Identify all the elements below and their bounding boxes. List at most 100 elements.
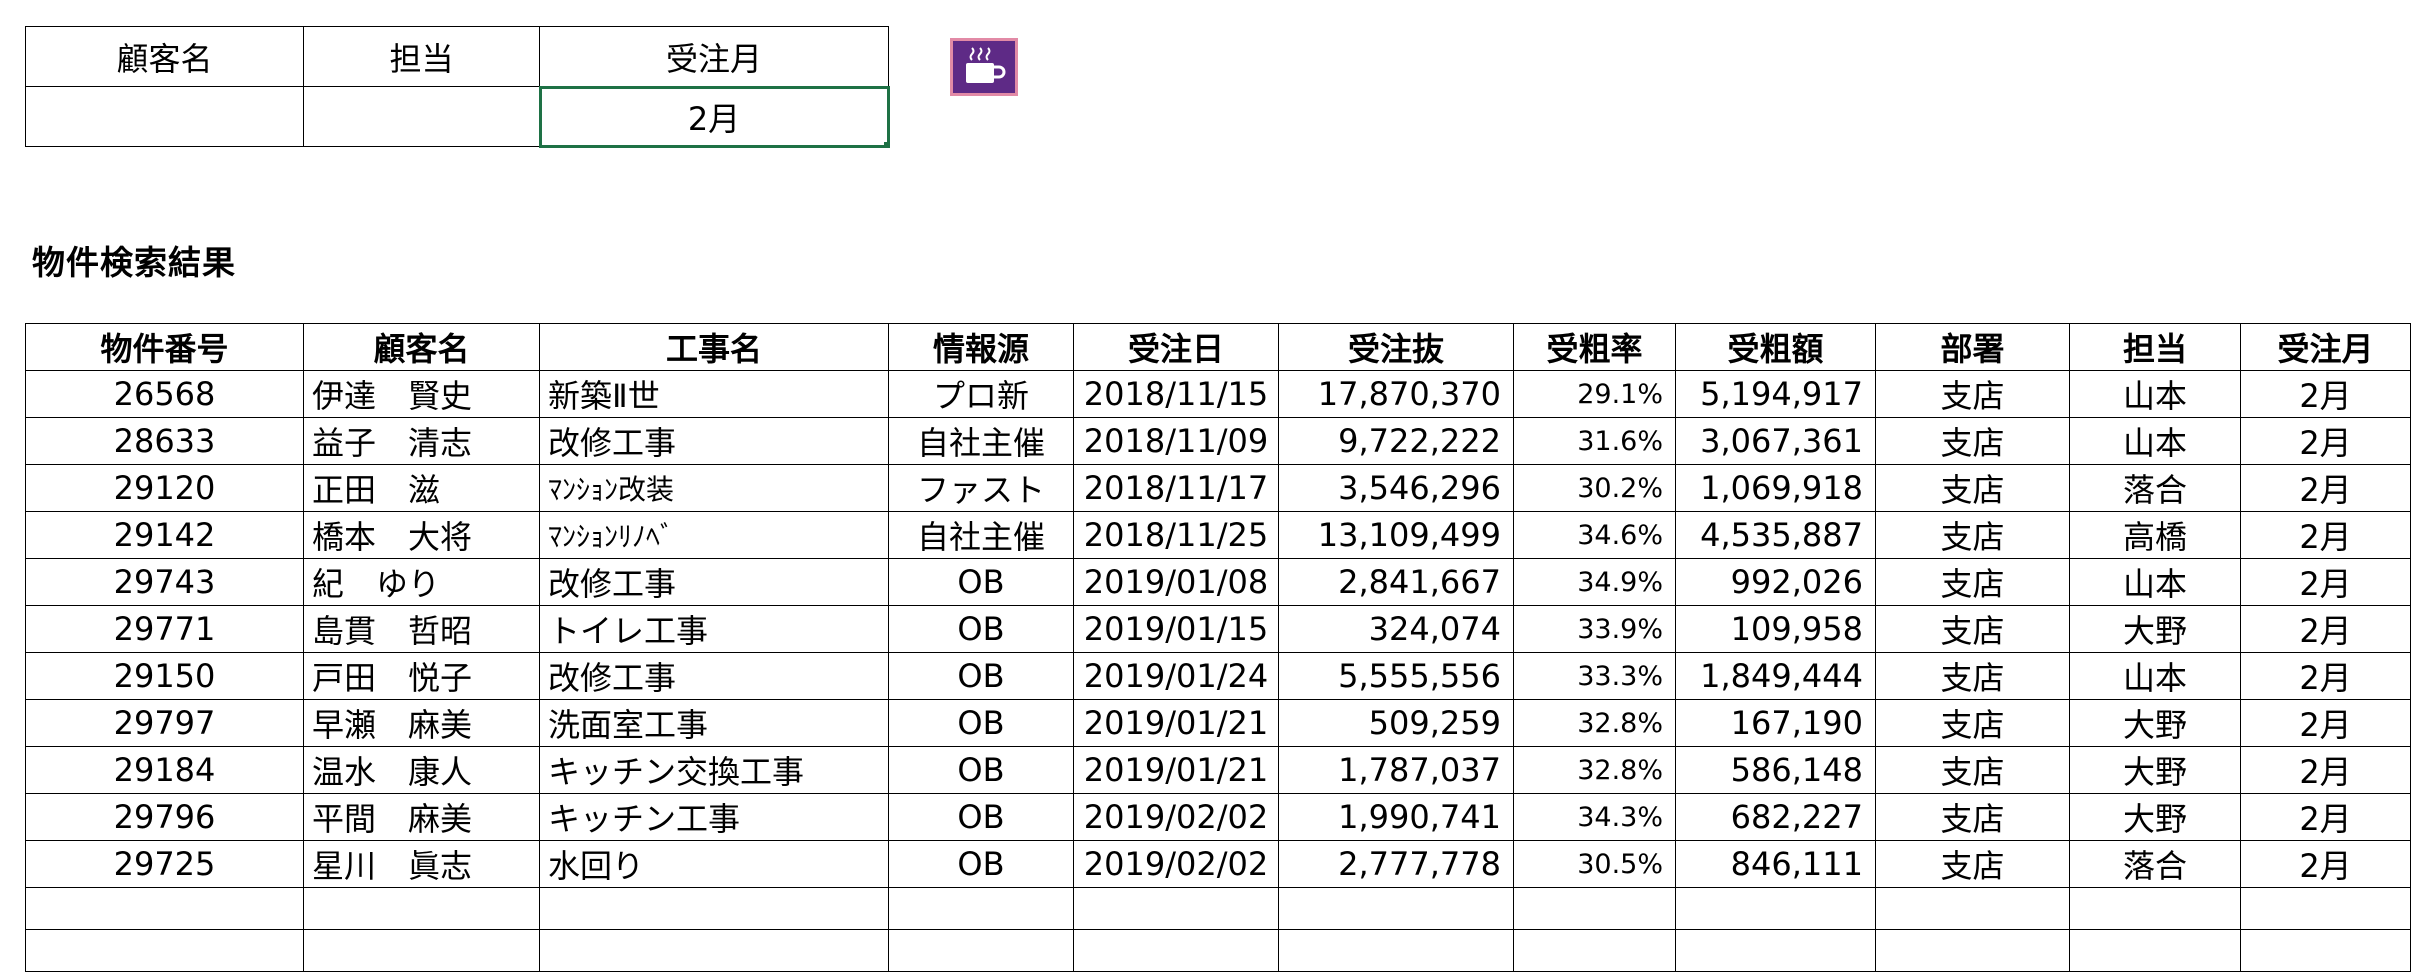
cell-order-amount[interactable] <box>1278 887 1514 930</box>
cell-gross-rate[interactable]: 31.6% <box>1513 417 1676 465</box>
cell-gross-rate[interactable]: 33.3% <box>1513 652 1676 700</box>
cell-property-number[interactable]: 29796 <box>25 793 304 841</box>
criteria-staff-cell[interactable] <box>303 86 540 147</box>
cell-info-source[interactable] <box>888 929 1074 972</box>
cell-customer-name[interactable]: 戸田 悦子 <box>303 652 540 700</box>
cell-order-date[interactable] <box>1073 887 1279 930</box>
cell-info-source[interactable]: OB <box>888 558 1074 606</box>
cell-info-source[interactable]: 自社主催 <box>888 511 1074 559</box>
cell-info-source[interactable]: ファスト <box>888 464 1074 512</box>
cell-department[interactable]: 支店 <box>1875 558 2070 606</box>
header-department[interactable]: 部署 <box>1875 323 2070 371</box>
cell-info-source[interactable]: OB <box>888 746 1074 794</box>
cell-construction-name[interactable]: 水回り <box>539 840 889 888</box>
cell-order-amount[interactable]: 509,259 <box>1278 699 1514 747</box>
header-property-number[interactable]: 物件番号 <box>25 323 304 371</box>
cell-gross-amount[interactable]: 586,148 <box>1675 746 1876 794</box>
cell-staff[interactable]: 落合 <box>2069 840 2241 888</box>
cell-gross-rate[interactable]: 34.9% <box>1513 558 1676 606</box>
cell-department[interactable]: 支店 <box>1875 699 2070 747</box>
cell-order-month[interactable]: 2月 <box>2240 370 2411 418</box>
cell-property-number[interactable]: 29743 <box>25 558 304 606</box>
header-order-date[interactable]: 受注日 <box>1073 323 1279 371</box>
cell-department[interactable]: 支店 <box>1875 793 2070 841</box>
cell-construction-name[interactable]: トイレ工事 <box>539 605 889 653</box>
cell-customer-name[interactable]: 温水 康人 <box>303 746 540 794</box>
cell-order-date[interactable]: 2019/01/24 <box>1073 652 1279 700</box>
cell-order-date[interactable]: 2018/11/15 <box>1073 370 1279 418</box>
cell-order-month[interactable]: 2月 <box>2240 605 2411 653</box>
cell-gross-amount[interactable]: 682,227 <box>1675 793 1876 841</box>
cell-staff[interactable]: 高橋 <box>2069 511 2241 559</box>
cell-department[interactable]: 支店 <box>1875 417 2070 465</box>
cell-construction-name[interactable]: 改修工事 <box>539 558 889 606</box>
cell-construction-name[interactable]: ﾏﾝｼｮﾝﾘﾉﾍﾞ <box>539 511 889 559</box>
cell-staff[interactable] <box>2069 887 2241 930</box>
cell-info-source[interactable]: プロ新 <box>888 370 1074 418</box>
cell-department[interactable]: 支店 <box>1875 840 2070 888</box>
cell-customer-name[interactable]: 星川 眞志 <box>303 840 540 888</box>
cell-info-source[interactable]: 自社主催 <box>888 417 1074 465</box>
cell-order-month[interactable]: 2月 <box>2240 699 2411 747</box>
cell-customer-name[interactable]: 紀 ゆり <box>303 558 540 606</box>
cell-gross-rate[interactable] <box>1513 929 1676 972</box>
header-staff[interactable]: 担当 <box>2069 323 2241 371</box>
header-info-source[interactable]: 情報源 <box>888 323 1074 371</box>
cell-gross-rate[interactable]: 34.3% <box>1513 793 1676 841</box>
cell-construction-name[interactable]: 改修工事 <box>539 417 889 465</box>
cell-order-amount[interactable]: 324,074 <box>1278 605 1514 653</box>
criteria-customer-cell[interactable] <box>25 86 304 147</box>
cell-gross-rate[interactable]: 32.8% <box>1513 746 1676 794</box>
cell-order-date[interactable]: 2019/01/21 <box>1073 699 1279 747</box>
cell-gross-rate[interactable]: 30.2% <box>1513 464 1676 512</box>
cell-order-month[interactable] <box>2240 929 2411 972</box>
fill-handle[interactable] <box>884 142 888 146</box>
cell-order-amount[interactable]: 2,777,778 <box>1278 840 1514 888</box>
cell-order-month[interactable]: 2月 <box>2240 746 2411 794</box>
cell-property-number[interactable] <box>25 929 304 972</box>
cell-customer-name[interactable]: 橋本 大将 <box>303 511 540 559</box>
cell-order-date[interactable]: 2019/02/02 <box>1073 840 1279 888</box>
cell-gross-amount[interactable]: 167,190 <box>1675 699 1876 747</box>
cell-customer-name[interactable]: 益子 清志 <box>303 417 540 465</box>
cell-gross-amount[interactable]: 846,111 <box>1675 840 1876 888</box>
cell-order-date[interactable]: 2019/01/08 <box>1073 558 1279 606</box>
cell-customer-name[interactable]: 島貫 哲昭 <box>303 605 540 653</box>
cell-order-date[interactable]: 2019/01/15 <box>1073 605 1279 653</box>
cell-construction-name[interactable] <box>539 887 889 930</box>
criteria-header-customer[interactable]: 顧客名 <box>25 26 304 87</box>
cell-property-number[interactable]: 28633 <box>25 417 304 465</box>
cell-order-date[interactable]: 2019/02/02 <box>1073 793 1279 841</box>
header-gross-amount[interactable]: 受粗額 <box>1675 323 1876 371</box>
cell-order-amount[interactable]: 3,546,296 <box>1278 464 1514 512</box>
cell-order-month[interactable]: 2月 <box>2240 652 2411 700</box>
cell-staff[interactable]: 落合 <box>2069 464 2241 512</box>
cell-order-amount[interactable]: 17,870,370 <box>1278 370 1514 418</box>
cell-gross-amount[interactable]: 4,535,887 <box>1675 511 1876 559</box>
cell-order-month[interactable]: 2月 <box>2240 793 2411 841</box>
cell-customer-name[interactable]: 平間 麻美 <box>303 793 540 841</box>
cell-gross-rate[interactable]: 29.1% <box>1513 370 1676 418</box>
cell-order-date[interactable]: 2018/11/17 <box>1073 464 1279 512</box>
cell-staff[interactable]: 山本 <box>2069 417 2241 465</box>
cell-staff[interactable]: 大野 <box>2069 699 2241 747</box>
cell-property-number[interactable]: 29771 <box>25 605 304 653</box>
cell-order-month[interactable]: 2月 <box>2240 417 2411 465</box>
cell-construction-name[interactable] <box>539 929 889 972</box>
cell-order-amount[interactable] <box>1278 929 1514 972</box>
cell-order-month[interactable]: 2月 <box>2240 464 2411 512</box>
cell-department[interactable]: 支店 <box>1875 511 2070 559</box>
cell-staff[interactable]: 大野 <box>2069 793 2241 841</box>
cell-order-month[interactable]: 2月 <box>2240 840 2411 888</box>
cell-property-number[interactable] <box>25 887 304 930</box>
cell-property-number[interactable]: 29797 <box>25 699 304 747</box>
cell-property-number[interactable]: 29150 <box>25 652 304 700</box>
criteria-month-cell[interactable]: 2月 <box>538 85 890 148</box>
run-search-button[interactable] <box>950 38 1018 96</box>
cell-order-month[interactable]: 2月 <box>2240 511 2411 559</box>
cell-customer-name[interactable]: 正田 滋 <box>303 464 540 512</box>
cell-property-number[interactable]: 26568 <box>25 370 304 418</box>
cell-staff[interactable]: 山本 <box>2069 652 2241 700</box>
cell-order-date[interactable]: 2018/11/25 <box>1073 511 1279 559</box>
cell-staff[interactable]: 山本 <box>2069 558 2241 606</box>
